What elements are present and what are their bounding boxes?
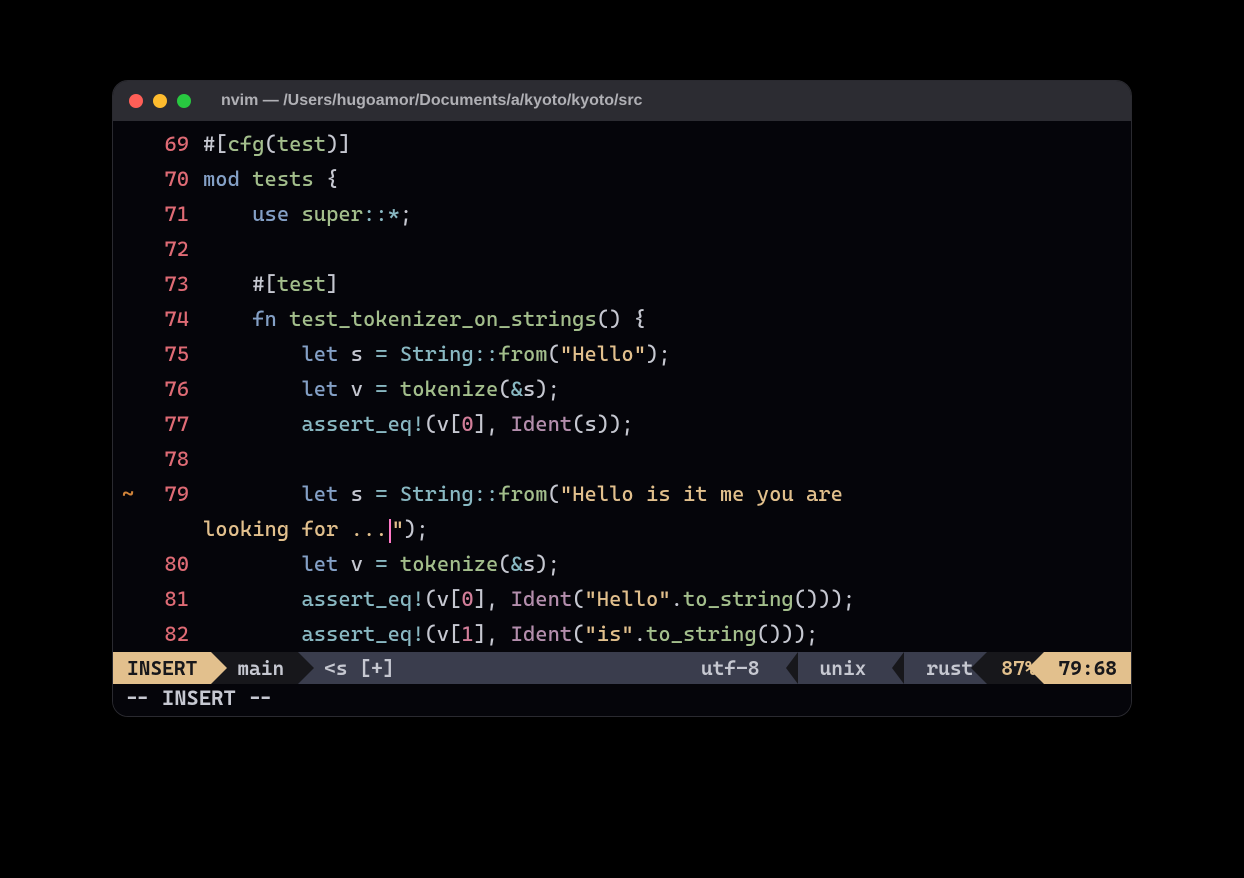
close-icon[interactable]: [129, 94, 143, 108]
line-number: 74: [143, 302, 203, 337]
code-text[interactable]: let v = tokenize(&s);: [203, 547, 1131, 582]
status-line: INSERT main <s [+] utf-8 unix rust 87% 7…: [113, 652, 1131, 684]
sign-column: [113, 302, 143, 337]
code-text[interactable]: #[cfg(test)]: [203, 127, 1131, 162]
code-line[interactable]: 77 assert_eq!(v[0], Ident(s));: [113, 407, 1131, 442]
code-line[interactable]: ~79 let s = String::from("Hello is it me…: [113, 477, 1131, 512]
code-line[interactable]: looking for ...");: [113, 512, 1131, 547]
command-line: -- INSERT --: [113, 684, 1131, 716]
status-filetype: rust: [926, 656, 973, 680]
sign-column: [113, 512, 143, 547]
sign-column: [113, 407, 143, 442]
line-number: 77: [143, 407, 203, 442]
sign-column: [113, 162, 143, 197]
line-number: 69: [143, 127, 203, 162]
code-line[interactable]: 71 use super::*;: [113, 197, 1131, 232]
code-line[interactable]: 78: [113, 442, 1131, 477]
sign-column: [113, 127, 143, 162]
line-number: 76: [143, 372, 203, 407]
code-line[interactable]: 70mod tests {: [113, 162, 1131, 197]
terminal-window: nvim — /Users/hugoamor/Documents/a/kyoto…: [112, 80, 1132, 717]
cursor: [389, 519, 391, 543]
status-file-short: <s [+]: [324, 656, 394, 680]
status-branch-label: main: [237, 656, 284, 680]
sign-column: [113, 232, 143, 267]
line-number: [143, 512, 203, 547]
sign-column: [113, 337, 143, 372]
line-number: 82: [143, 617, 203, 652]
status-position: 79:68: [1044, 652, 1131, 684]
code-text[interactable]: [203, 232, 1131, 267]
status-fileinfo: <s [+] utf-8 unix rust: [298, 652, 987, 684]
code-text[interactable]: mod tests {: [203, 162, 1131, 197]
code-text[interactable]: [203, 442, 1131, 477]
sign-column: [113, 442, 143, 477]
code-line[interactable]: 73 #[test]: [113, 267, 1131, 302]
sign-column: [113, 582, 143, 617]
code-text[interactable]: assert_eq!(v[0], Ident("Hello".to_string…: [203, 582, 1131, 617]
line-number: 80: [143, 547, 203, 582]
code-text[interactable]: let s = String::from("Hello");: [203, 337, 1131, 372]
zoom-icon[interactable]: [177, 94, 191, 108]
separator-icon: [892, 652, 904, 684]
status-mode-label: INSERT: [127, 656, 197, 680]
editor-area[interactable]: 69#[cfg(test)]70mod tests {71 use super:…: [113, 121, 1131, 652]
status-mode: INSERT: [113, 652, 211, 684]
window-titlebar: nvim — /Users/hugoamor/Documents/a/kyoto…: [113, 81, 1131, 121]
sign-column: [113, 547, 143, 582]
code-text[interactable]: assert_eq!(v[1], Ident("is".to_string())…: [203, 617, 1131, 652]
line-number: 71: [143, 197, 203, 232]
code-text[interactable]: #[test]: [203, 267, 1131, 302]
line-number: 78: [143, 442, 203, 477]
code-line[interactable]: 76 let v = tokenize(&s);: [113, 372, 1131, 407]
code-text[interactable]: looking for ...");: [203, 512, 1131, 547]
code-line[interactable]: 74 fn test_tokenizer_on_strings() {: [113, 302, 1131, 337]
status-fileformat: unix: [820, 656, 867, 680]
line-number: 75: [143, 337, 203, 372]
line-number: 70: [143, 162, 203, 197]
sign-column: ~: [113, 477, 143, 512]
code-text[interactable]: let s = String::from("Hello is it me you…: [203, 477, 1131, 512]
line-number: 72: [143, 232, 203, 267]
code-line[interactable]: 69#[cfg(test)]: [113, 127, 1131, 162]
line-number: 81: [143, 582, 203, 617]
code-line[interactable]: 72: [113, 232, 1131, 267]
code-line[interactable]: 75 let s = String::from("Hello");: [113, 337, 1131, 372]
sign-column: [113, 617, 143, 652]
code-text[interactable]: fn test_tokenizer_on_strings() {: [203, 302, 1131, 337]
separator-icon: [786, 652, 798, 684]
code-line[interactable]: 82 assert_eq!(v[1], Ident("is".to_string…: [113, 617, 1131, 652]
minimize-icon[interactable]: [153, 94, 167, 108]
status-encoding: utf-8: [701, 656, 760, 680]
sign-column: [113, 267, 143, 302]
sign-column: [113, 372, 143, 407]
code-text[interactable]: let v = tokenize(&s);: [203, 372, 1131, 407]
code-line[interactable]: 80 let v = tokenize(&s);: [113, 547, 1131, 582]
sign-column: [113, 197, 143, 232]
status-position-label: 79:68: [1058, 656, 1117, 680]
code-text[interactable]: use super::*;: [203, 197, 1131, 232]
window-title: nvim — /Users/hugoamor/Documents/a/kyoto…: [201, 92, 1115, 110]
line-number: 79: [143, 477, 203, 512]
code-line[interactable]: 81 assert_eq!(v[0], Ident("Hello".to_str…: [113, 582, 1131, 617]
line-number: 73: [143, 267, 203, 302]
code-text[interactable]: assert_eq!(v[0], Ident(s));: [203, 407, 1131, 442]
